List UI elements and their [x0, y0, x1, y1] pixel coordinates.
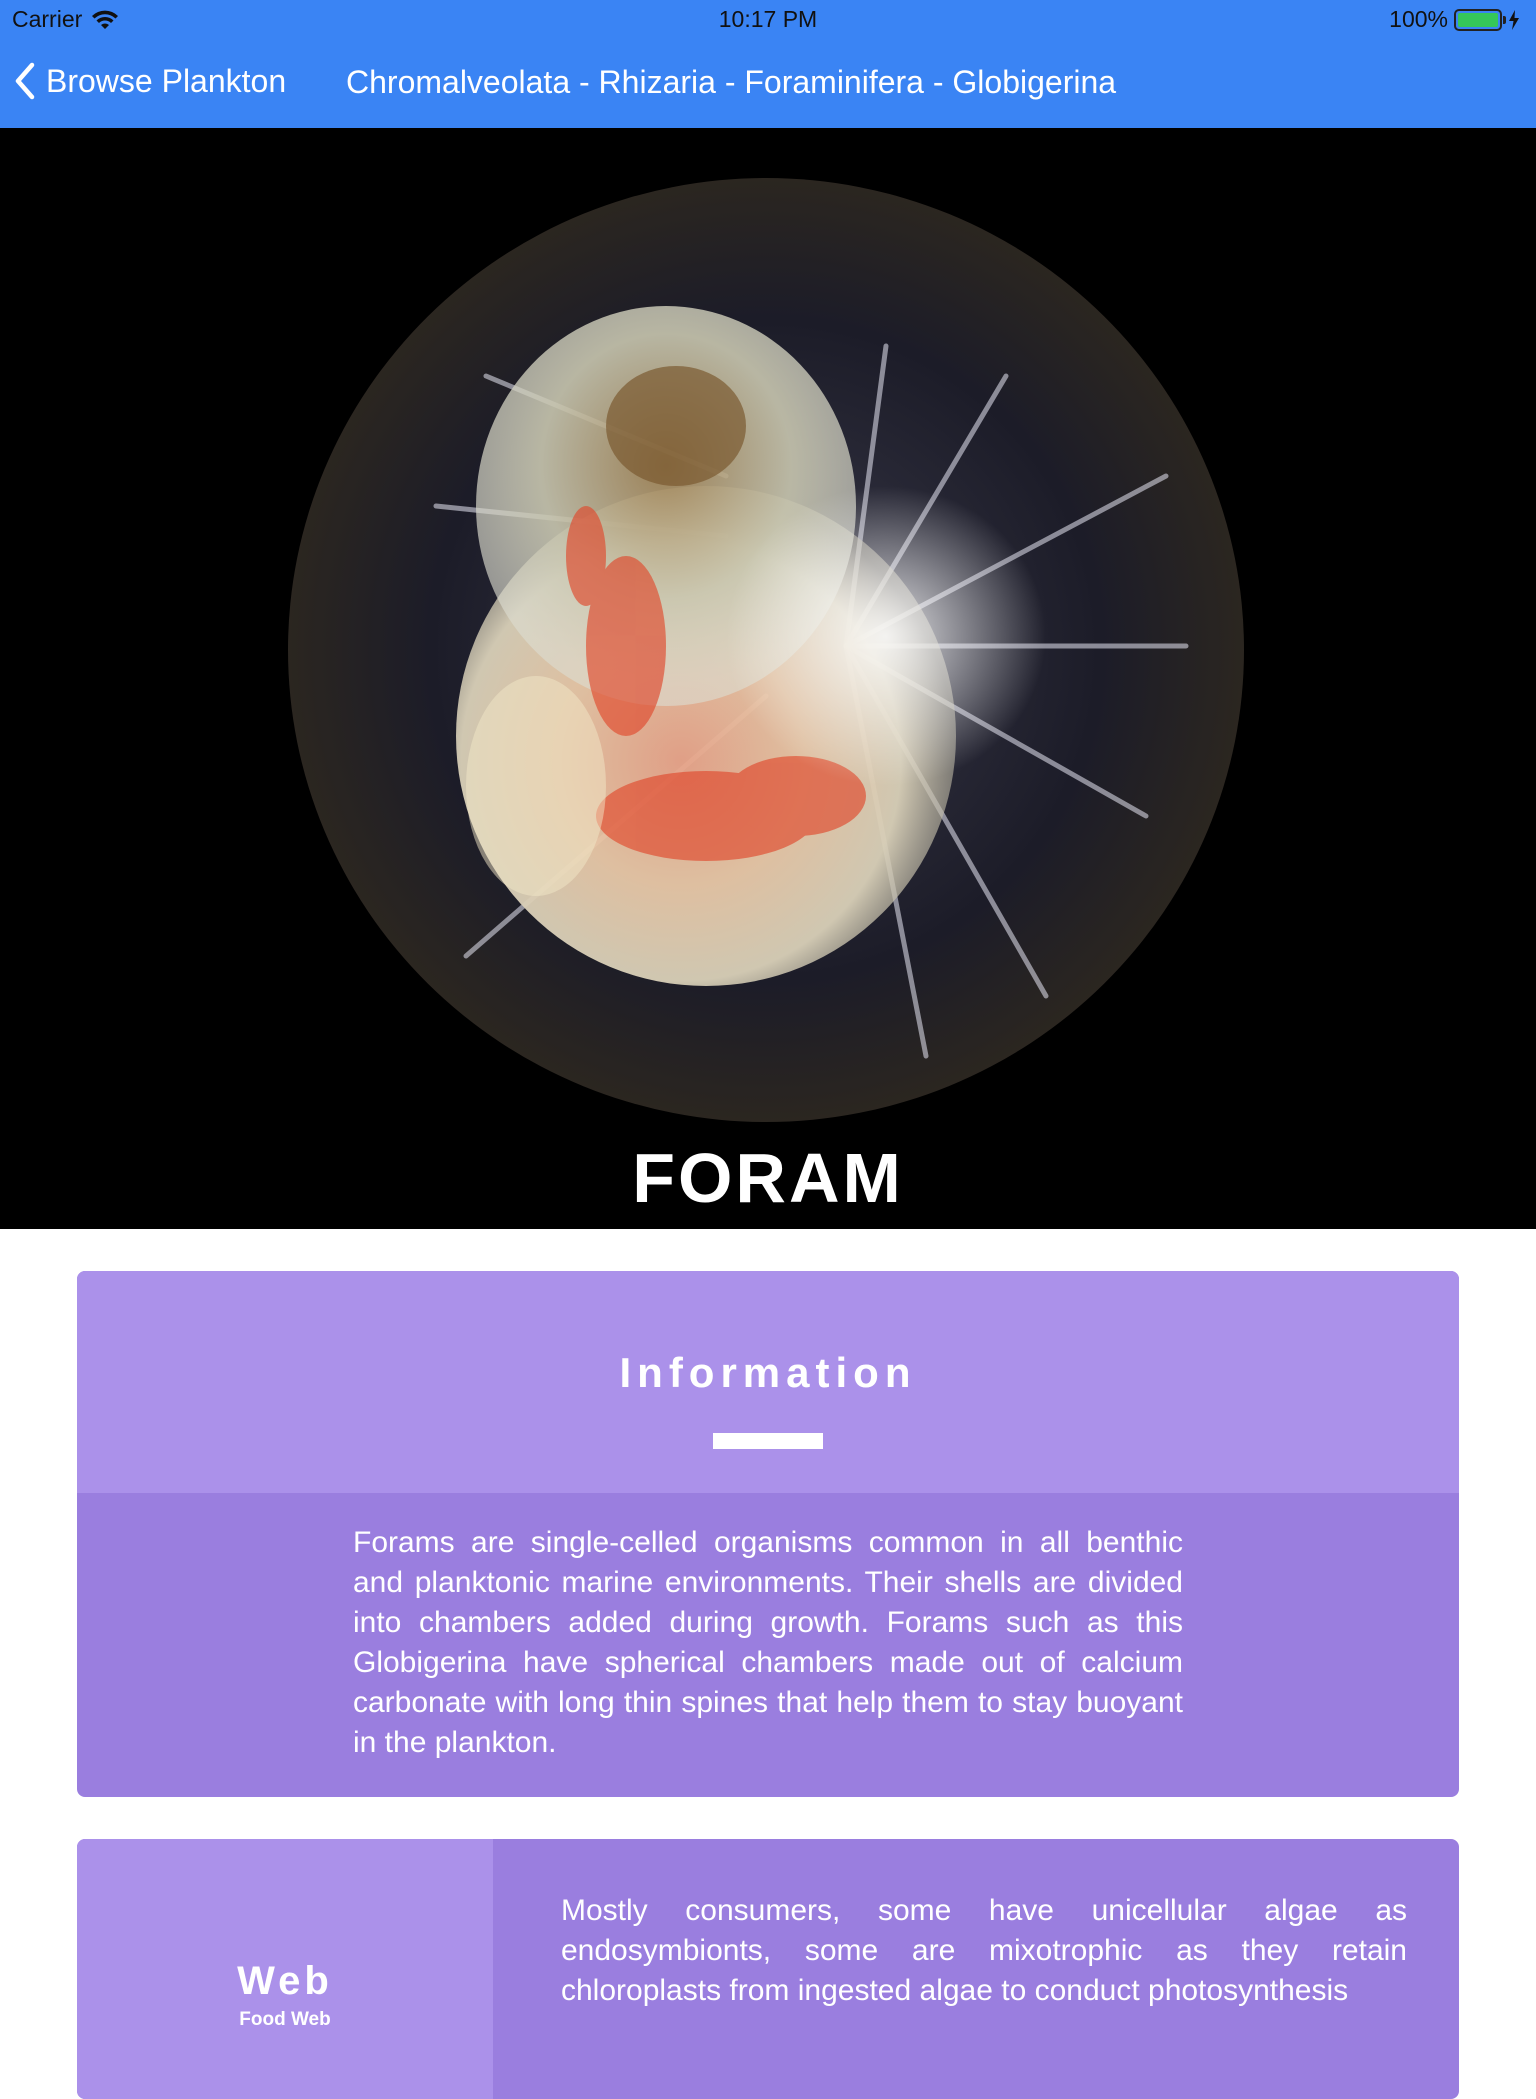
back-button[interactable]: Browse Plankton	[14, 62, 286, 100]
hero-title: FORAM	[632, 1139, 904, 1217]
battery-percent: 100%	[1389, 6, 1448, 32]
back-button-label: Browse Plankton	[46, 62, 287, 99]
food-web-label: Web	[237, 1959, 333, 2003]
information-card: Information Forams are single-celled org…	[77, 1271, 1459, 1797]
information-body: Forams are single-celled organisms commo…	[353, 1526, 1183, 1759]
food-web-side: Web Food Web	[77, 1839, 493, 2099]
top-bar: Carrier 10:17 PM 100% Browse Plankton Ch…	[0, 0, 1536, 128]
information-heading: Information	[619, 1349, 917, 1396]
status-battery: 100%	[1389, 6, 1520, 33]
hero-section: FORAM	[0, 128, 1536, 1229]
battery-icon	[1454, 8, 1506, 31]
information-header: Information	[77, 1271, 1459, 1493]
nav-title: Chromalveolata - Rhizaria - Foraminifera…	[346, 64, 1117, 100]
chevron-left-icon	[15, 62, 35, 100]
specimen-photo	[288, 178, 1244, 1122]
heading-underline	[713, 1433, 823, 1449]
food-web-body: Mostly consumers, some have unicellular …	[561, 1894, 1407, 2007]
status-time: 10:17 PM	[718, 6, 818, 32]
bolt-icon	[1509, 9, 1519, 30]
food-web-sublabel: Food Web	[239, 2009, 331, 2030]
food-web-card: Web Food Web Mostly consumers, some have…	[77, 1839, 1459, 2099]
